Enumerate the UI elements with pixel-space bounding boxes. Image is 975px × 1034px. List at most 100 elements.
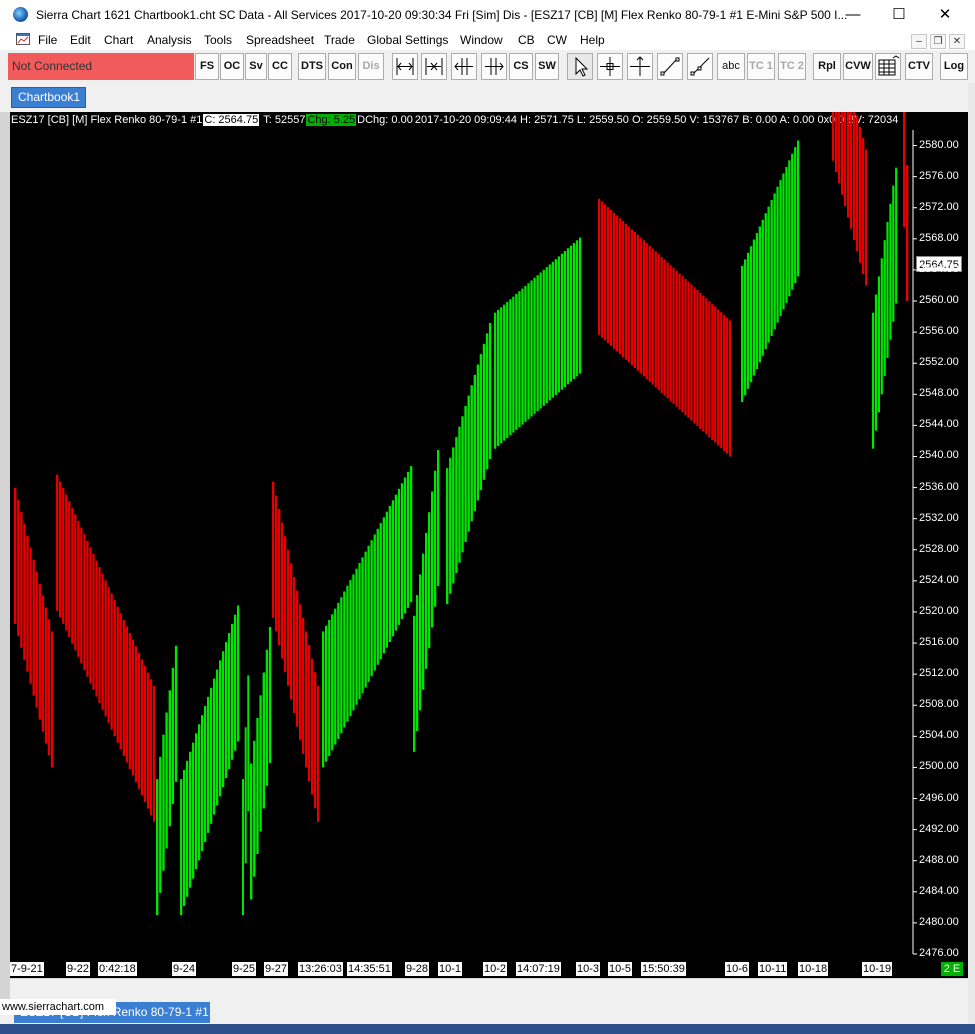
- fs-button[interactable]: FS: [195, 53, 219, 80]
- renko-bar-down: [86, 540, 89, 677]
- renko-bar-up: [497, 310, 500, 446]
- renko-bar-up: [242, 779, 244, 916]
- renko-bar-up: [192, 742, 195, 879]
- price-axis-label: 2476.00: [919, 947, 959, 959]
- horizontal-scrollbar[interactable]: [10, 978, 968, 996]
- tc2-button[interactable]: TC 2: [778, 53, 806, 80]
- scroll-left-icon[interactable]: [451, 53, 477, 80]
- renko-bar-down: [702, 295, 705, 432]
- zoom-in-icon[interactable]: [421, 53, 447, 80]
- renko-bar-up: [551, 261, 554, 398]
- crosshair-icon[interactable]: [597, 53, 623, 80]
- renko-bar-up: [186, 760, 189, 897]
- log-button[interactable]: Log: [940, 53, 968, 80]
- renko-bar-up: [237, 605, 240, 742]
- renko-bar-up: [370, 540, 373, 677]
- tab-chartbook1[interactable]: Chartbook1: [11, 87, 86, 108]
- renko-bar-down: [281, 522, 284, 659]
- cvw-button[interactable]: CVW: [843, 53, 873, 80]
- menu-file[interactable]: File: [38, 33, 57, 47]
- renko-bar-up: [222, 651, 225, 788]
- maximize-button[interactable]: ☐: [876, 0, 922, 30]
- renko-bar-up: [428, 512, 431, 649]
- renko-bar-down: [287, 549, 290, 686]
- renko-bar-up: [461, 416, 464, 553]
- renko-bar-up: [180, 779, 183, 916]
- renko-bar-up: [171, 668, 175, 804]
- values-tool-icon[interactable]: [627, 53, 653, 80]
- renko-bar-up: [470, 385, 473, 522]
- renko-bar-up: [247, 675, 250, 812]
- renko-bar-up: [455, 437, 458, 574]
- text-tool-button[interactable]: abc: [717, 53, 745, 80]
- mdi-restore-button[interactable]: ❐: [930, 34, 946, 49]
- oc-button[interactable]: OC: [220, 53, 244, 80]
- dis-button[interactable]: Dis: [358, 53, 384, 80]
- menu-window[interactable]: Window: [460, 33, 503, 47]
- renko-bar-up: [397, 488, 401, 625]
- renko-bar-up: [506, 302, 509, 438]
- menu-cb[interactable]: CB: [518, 33, 535, 47]
- renko-bar-down: [838, 112, 841, 184]
- mdi-minimize-button[interactable]: –: [911, 34, 927, 49]
- renko-bar-down: [621, 221, 625, 357]
- renko-bar-down: [669, 265, 672, 402]
- tc1-button[interactable]: TC 1: [747, 53, 775, 80]
- renko-bar-down: [648, 245, 651, 382]
- renko-bar-up: [512, 296, 515, 433]
- renko-bar-down: [723, 314, 726, 451]
- price-axis-label: 2556.00: [919, 325, 959, 338]
- menu-edit[interactable]: Edit: [70, 33, 91, 47]
- renko-bar-up: [376, 528, 379, 665]
- menu-global-settings[interactable]: Global Settings: [367, 33, 448, 47]
- price-chart[interactable]: [10, 112, 968, 960]
- menu-tools[interactable]: Tools: [204, 33, 232, 47]
- date-axis-label: 9-22: [66, 962, 91, 976]
- mdi-close-button[interactable]: ✕: [949, 34, 965, 49]
- renko-bar-up: [349, 580, 352, 717]
- menu-help[interactable]: Help: [580, 33, 605, 47]
- menu-analysis[interactable]: Analysis: [147, 33, 192, 47]
- price-axis-label: 2552.00: [919, 356, 959, 369]
- minimize-button[interactable]: —: [830, 0, 876, 30]
- ctv-button[interactable]: CTV: [905, 53, 933, 80]
- sw-button[interactable]: SW: [535, 53, 559, 80]
- line-tool-icon[interactable]: [657, 53, 683, 80]
- price-axis-label: 2516.00: [919, 636, 959, 649]
- renko-bar-up: [250, 763, 253, 900]
- pointer-icon[interactable]: [567, 53, 593, 80]
- date-axis-label: 0:42:18: [98, 962, 137, 976]
- renko-bar-up: [213, 678, 216, 815]
- con-button[interactable]: Con: [328, 53, 356, 80]
- renko-bar-down: [83, 534, 86, 671]
- renko-bar-up: [557, 256, 560, 393]
- renko-bar-up: [872, 312, 875, 449]
- date-axis-label: 7-9-21: [10, 962, 44, 976]
- renko-bar-up: [416, 595, 419, 732]
- table-icon[interactable]: [875, 53, 901, 80]
- menu-cw[interactable]: CW: [547, 33, 567, 47]
- ray-tool-icon[interactable]: [687, 53, 713, 80]
- renko-bar-down: [657, 254, 660, 391]
- price-axis-label: 2480.00: [919, 915, 959, 928]
- sv-button[interactable]: Sv: [245, 53, 267, 80]
- renko-bar-down: [119, 613, 122, 750]
- renko-bar-down: [687, 281, 690, 418]
- zoom-out-icon[interactable]: [392, 53, 418, 80]
- chart-region[interactable]: ESZ17 [CB] [M] Flex Renko 80-79-1 #1 C: 2…: [10, 112, 968, 960]
- cs-button[interactable]: CS: [509, 53, 533, 80]
- watermark: www.sierrachart.com: [0, 999, 116, 1015]
- connection-status[interactable]: Not Connected: [8, 53, 194, 80]
- renko-bar-down: [98, 567, 101, 704]
- menu-chart[interactable]: Chart: [104, 33, 133, 47]
- close-button[interactable]: ✕: [922, 0, 968, 30]
- renko-bar-down: [293, 577, 296, 713]
- rpl-button[interactable]: Rpl: [813, 53, 841, 80]
- renko-bar-down: [615, 215, 619, 352]
- menu-spreadsheet[interactable]: Spreadsheet: [246, 33, 314, 47]
- renko-bar-down: [675, 270, 678, 407]
- dts-button[interactable]: DTS: [298, 53, 326, 80]
- cc-button[interactable]: CC: [268, 53, 292, 80]
- scroll-right-icon[interactable]: [481, 53, 507, 80]
- menu-trade[interactable]: Trade: [324, 33, 355, 47]
